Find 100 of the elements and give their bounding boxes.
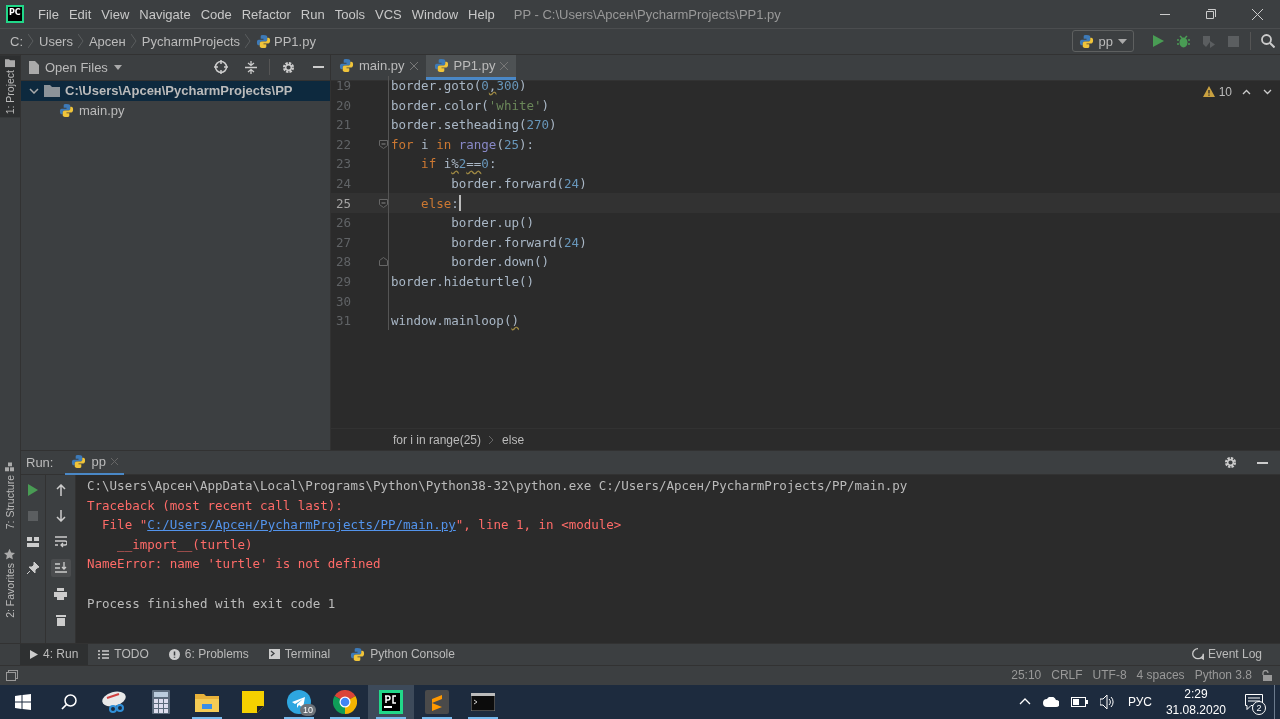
- notification-button[interactable]: 2: [1234, 684, 1274, 719]
- status-item[interactable]: Python 3.8: [1189, 668, 1257, 683]
- close-icon: [409, 61, 418, 70]
- breadcrumb[interactable]: Арсен: [88, 33, 126, 49]
- tree-item[interactable]: C:\Users\Арсен\PycharmProjects\PP: [21, 80, 330, 101]
- tool-window-button[interactable]: 1: Project: [0, 54, 20, 118]
- printer-icon: [54, 588, 67, 601]
- speech-bubble-icon: [1191, 648, 1204, 661]
- line-number: 28: [334, 254, 351, 270]
- breadcrumb[interactable]: PycharmProjects: [141, 33, 240, 49]
- taskbar-app[interactable]: 10: [276, 684, 322, 719]
- info-icon: [168, 648, 180, 660]
- chat-icon: [1245, 693, 1263, 710]
- fold-icon[interactable]: [379, 198, 388, 208]
- code-line: border.forward(24): [450, 176, 587, 191]
- menu-item[interactable]: Run: [295, 3, 330, 25]
- line-number: 31: [334, 313, 351, 329]
- language-indicator[interactable]: РУС: [1121, 684, 1158, 719]
- minimize-icon: [312, 66, 324, 69]
- python-file-icon: [256, 33, 271, 49]
- cloud-icon: [1042, 696, 1059, 707]
- star-icon: [4, 549, 16, 560]
- line-number: 23: [334, 156, 351, 172]
- tool-window-tab[interactable]: TODO: [88, 643, 159, 665]
- speaker-icon: [1099, 694, 1116, 709]
- code-line: border.forward(24): [450, 234, 587, 250]
- fold-icon[interactable]: [379, 139, 388, 149]
- taskbar-app[interactable]: [368, 684, 414, 719]
- tool-window-tab[interactable]: 6: Problems: [158, 643, 259, 665]
- tool-window-button[interactable]: 2: Favorites: [0, 546, 20, 621]
- python-file-icon: [339, 58, 354, 74]
- run-config-dropdown[interactable]: pp: [1071, 30, 1134, 53]
- settings-icon: [1223, 456, 1237, 470]
- status-item[interactable]: CRLF: [1046, 668, 1088, 683]
- code-line: border.down(): [450, 254, 550, 270]
- folder-icon: [195, 691, 219, 712]
- status-item[interactable]: 25:10: [1006, 668, 1047, 683]
- lock-icon[interactable]: [1261, 669, 1272, 681]
- editor-tab[interactable]: PP1.py: [425, 54, 517, 80]
- fold-icon[interactable]: [379, 257, 388, 267]
- python-file-icon: [59, 103, 74, 119]
- chevron-up-icon: [1018, 698, 1031, 706]
- chevron-icon: [245, 34, 251, 49]
- inspection-widget[interactable]: 10: [1202, 84, 1272, 99]
- menu-item[interactable]: Window: [406, 3, 464, 25]
- menu-item[interactable]: VCS: [370, 3, 407, 25]
- tool-window-tab[interactable]: Python Console: [340, 643, 465, 665]
- code-line: border.hideturtle(): [390, 273, 534, 289]
- breadcrumb[interactable]: PP1.py: [256, 33, 316, 49]
- badge: 2: [1252, 701, 1266, 715]
- menu-item[interactable]: Help: [463, 3, 500, 25]
- run-icon: [1153, 35, 1164, 48]
- code-line: border.up(): [450, 215, 534, 231]
- scroll-to-end-button[interactable]: [50, 559, 71, 578]
- console-line: File "C:/Users/Арсен/PycharmProjects/PP/main.py", line 1, in <module>: [101, 516, 623, 535]
- panel-toggle-icon[interactable]: [6, 669, 18, 681]
- file-link[interactable]: C:/Users/Арсен/PycharmProjects/PP/main.py: [147, 517, 456, 533]
- console-line: NameError: name 'turtle' is not defined: [87, 555, 382, 574]
- pin-icon: [27, 562, 39, 575]
- tool-window-tab[interactable]: 4: Run: [20, 643, 89, 665]
- breadcrumb[interactable]: C:: [10, 33, 23, 49]
- code-line: if i%2==0:: [420, 156, 497, 172]
- tool-window-tab[interactable]: Terminal: [258, 643, 341, 665]
- line-number: 21: [334, 117, 351, 133]
- breadcrumb[interactable]: else: [502, 432, 525, 447]
- menu-item[interactable]: File: [33, 3, 64, 25]
- line-number: 19: [334, 78, 351, 94]
- folder-icon: [5, 57, 15, 67]
- run-tab[interactable]: pp: [65, 450, 124, 475]
- structure-icon: [5, 461, 15, 472]
- play-icon: [30, 649, 38, 659]
- text-editor-icon: [425, 689, 449, 714]
- warning-icon: [1202, 86, 1215, 98]
- menu-item[interactable]: Edit: [63, 3, 97, 25]
- editor-tab[interactable]: main.py: [331, 54, 426, 80]
- minimize-icon: [1256, 461, 1268, 464]
- battery-icon: [1070, 696, 1088, 707]
- event-log-button[interactable]: Event Log: [1191, 647, 1262, 662]
- menu-item[interactable]: Navigate: [134, 3, 196, 25]
- menu-item[interactable]: Refactor: [236, 3, 296, 25]
- menu-item[interactable]: Tools: [329, 3, 371, 25]
- tree-item[interactable]: main.py: [21, 100, 330, 121]
- breadcrumb[interactable]: for i in range(25): [393, 432, 482, 447]
- run-icon: [28, 484, 38, 497]
- status-item[interactable]: UTF-8: [1087, 668, 1132, 683]
- calculator-icon: [152, 689, 170, 714]
- code-line: border.setheading(270): [390, 117, 557, 133]
- console-line: __import__(turtle): [116, 535, 254, 554]
- menu-item[interactable]: View: [96, 3, 135, 25]
- crosshair-icon: [214, 60, 228, 75]
- breadcrumb[interactable]: Users: [39, 33, 73, 49]
- project-view-dropdown[interactable]: Open Files: [29, 59, 122, 75]
- status-item[interactable]: 4 spaces: [1131, 668, 1190, 683]
- terminal-icon: [471, 692, 495, 711]
- menu-item[interactable]: Code: [195, 3, 237, 25]
- line-number: 22: [334, 136, 351, 152]
- clock[interactable]: 2:29 31.08.2020: [1157, 684, 1234, 719]
- down-icon: [1263, 88, 1272, 95]
- python-file-icon: [433, 58, 449, 74]
- tool-window-button[interactable]: 7: Structure: [0, 458, 20, 532]
